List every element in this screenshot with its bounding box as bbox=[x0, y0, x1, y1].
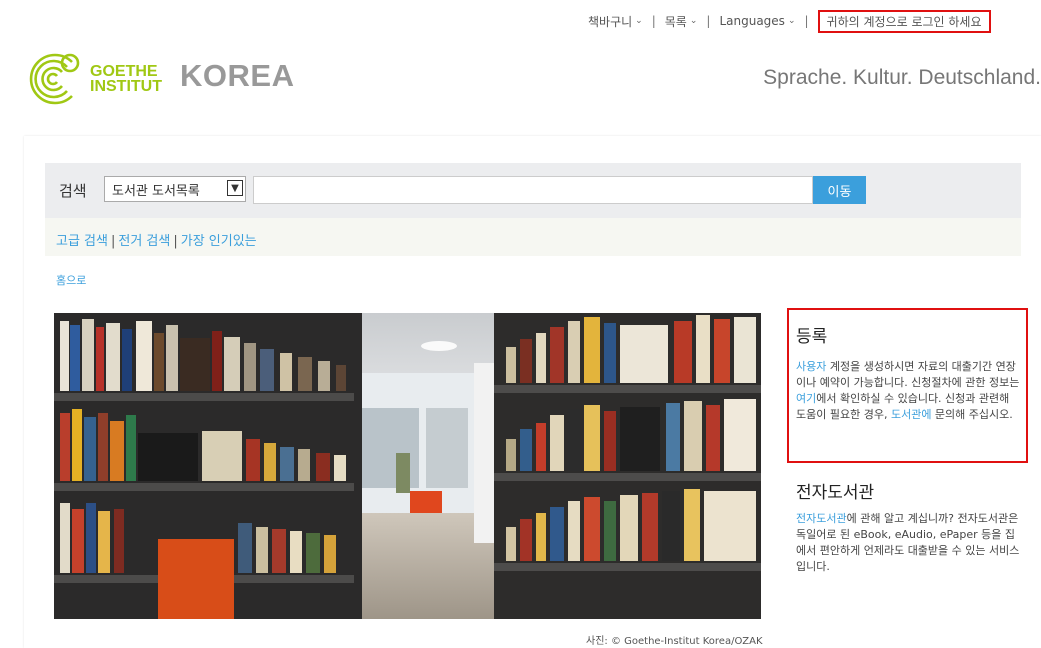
search-scope-select[interactable]: 도서관 도서목록 ▼ bbox=[104, 176, 246, 202]
registration-text-1: 계정을 생성하시면 자료의 대출기간 연장이나 예약이 가능합니다. 신청절차에… bbox=[796, 360, 1020, 389]
languages-menu-label: Languages bbox=[719, 14, 785, 28]
goethe-logo-icon bbox=[29, 53, 80, 105]
registration-text: 사용자 계정을 생성하시면 자료의 대출기간 연장이나 예약이 가능합니다. 신… bbox=[796, 359, 1022, 423]
link-divider: | bbox=[173, 234, 178, 249]
library-photo-image bbox=[54, 313, 761, 619]
registration-title: 등록 bbox=[796, 327, 828, 347]
top-nav: 책바구니 ⌄ | 목록 ⌄ | Languages ⌄ | 귀하의 계정으로 로… bbox=[588, 9, 991, 33]
login-link[interactable]: 귀하의 계정으로 로그인 하세요 bbox=[817, 9, 991, 33]
search-label: 검색 bbox=[59, 182, 87, 200]
advanced-search-link[interactable]: 고급 검색 bbox=[56, 234, 108, 249]
cart-menu[interactable]: 책바구니 ⌄ bbox=[588, 13, 643, 30]
nav-divider: | bbox=[651, 14, 656, 28]
nav-divider: | bbox=[706, 14, 711, 28]
chevron-down-icon: ⌄ bbox=[635, 16, 643, 26]
tagline: Sprache. Kultur. Deutschland. bbox=[763, 66, 1041, 89]
photo-caption: 사진: © Goethe-Institut Korea/OZAK bbox=[586, 636, 763, 647]
chevron-down-icon: ⌄ bbox=[787, 16, 796, 26]
dropdown-arrow-icon: ▼ bbox=[227, 180, 243, 196]
authority-search-link[interactable]: 전거 검색 bbox=[118, 234, 170, 249]
languages-menu[interactable]: Languages ⌄ bbox=[719, 14, 795, 28]
elibrary-title: 전자도서관 bbox=[796, 483, 875, 503]
user-link[interactable]: 사용자 bbox=[796, 360, 826, 373]
nav-divider: | bbox=[804, 14, 809, 28]
link-divider: | bbox=[110, 234, 116, 249]
chevron-down-icon: ⌄ bbox=[689, 16, 698, 26]
search-button[interactable]: 이동 bbox=[813, 176, 866, 204]
goethe-logo[interactable]: GOETHE INSTITUT bbox=[22, 48, 162, 110]
elibrary-link[interactable]: 전자도서관 bbox=[796, 512, 847, 525]
elibrary-text: 전자도서관에 관해 알고 계십니까? 전자도서관은 독일어로 된 eBook, … bbox=[796, 511, 1022, 575]
search-input[interactable] bbox=[253, 176, 813, 204]
logo-line-1: GOETHE bbox=[90, 63, 158, 80]
search-links: 고급 검색 | 전거 검색 | 가장 인기있는 bbox=[56, 230, 257, 249]
home-link[interactable]: 홈으로 bbox=[56, 272, 86, 288]
registration-text-3: 문의해 주십시오. bbox=[931, 408, 1013, 421]
list-menu-label: 목록 bbox=[664, 14, 687, 29]
logo-line-2: INSTITUT bbox=[90, 78, 162, 95]
library-contact-link[interactable]: 도서관에 bbox=[891, 408, 931, 421]
search-scope-value: 도서관 도서목록 bbox=[112, 183, 200, 199]
here-link[interactable]: 여기 bbox=[796, 392, 816, 405]
most-popular-link[interactable]: 가장 인기있는 bbox=[181, 234, 257, 249]
cart-menu-label: 책바구니 bbox=[588, 14, 633, 29]
list-menu[interactable]: 목록 ⌄ bbox=[665, 13, 698, 30]
library-photo bbox=[54, 313, 761, 619]
site-name: KOREA bbox=[180, 58, 295, 93]
